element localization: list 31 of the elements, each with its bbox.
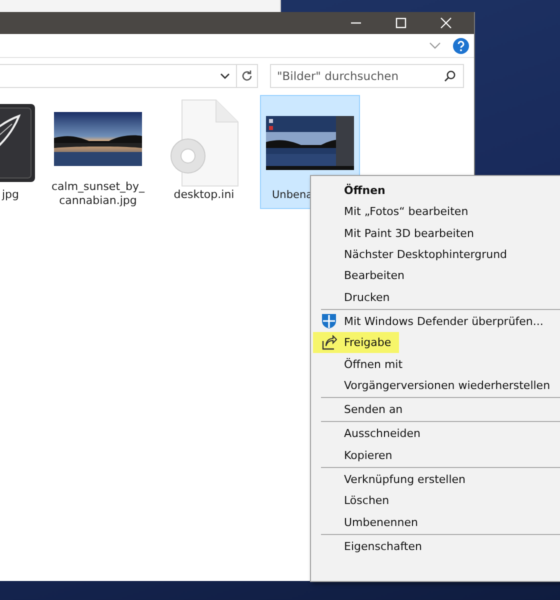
- menu-item[interactable]: Verknüpfung erstellen: [313, 468, 474, 490]
- shield-icon: [320, 313, 336, 330]
- menu-item[interactable]: Drucken: [313, 286, 398, 308]
- menu-item[interactable]: Senden an: [313, 398, 411, 420]
- refresh-icon: [241, 70, 253, 82]
- close-icon: [440, 17, 452, 29]
- menu-item[interactable]: Mit Paint 3D bearbeiten: [313, 222, 482, 244]
- file-name: desktop.ini: [174, 188, 234, 202]
- search-field[interactable]: "Bilder" durchsuchen: [270, 64, 464, 88]
- menu-item[interactable]: Kopieren: [313, 444, 400, 466]
- share-icon: [320, 334, 336, 351]
- chevron-icon[interactable]: [429, 42, 441, 50]
- search-icon: [444, 70, 456, 82]
- menu-item[interactable]: Mit Windows Defender überprüfen...: [313, 310, 552, 332]
- maximize-icon: [394, 17, 406, 29]
- menu-item[interactable]: Öffnen mit: [313, 353, 411, 375]
- menu-item[interactable]: Nächster Desktophintergrund: [313, 244, 516, 266]
- file-item[interactable]: calm_sunset_by_ cannabian.jpg: [48, 95, 148, 209]
- file-name: jpg: [2, 188, 20, 202]
- menu-item[interactable]: Eigenschaften: [313, 536, 430, 558]
- menu-item[interactable]: Ausschneiden: [313, 423, 428, 445]
- file-item[interactable]: desktop.ini: [154, 95, 254, 209]
- menu-item[interactable]: Löschen: [313, 490, 398, 512]
- file-item[interactable]: jpg: [0, 95, 42, 209]
- menu-item[interactable]: Umbenennen: [313, 511, 426, 533]
- menu-item[interactable]: Vorgängerversionen wiederherstellen: [313, 374, 558, 396]
- menu-item[interactable]: Bearbeiten: [313, 265, 412, 286]
- menu-item[interactable]: Freigabe: [313, 332, 400, 354]
- file-name: calm_sunset_by_ cannabian.jpg: [51, 180, 145, 208]
- dropdown-icon: [220, 72, 230, 80]
- help-icon[interactable]: [453, 38, 469, 54]
